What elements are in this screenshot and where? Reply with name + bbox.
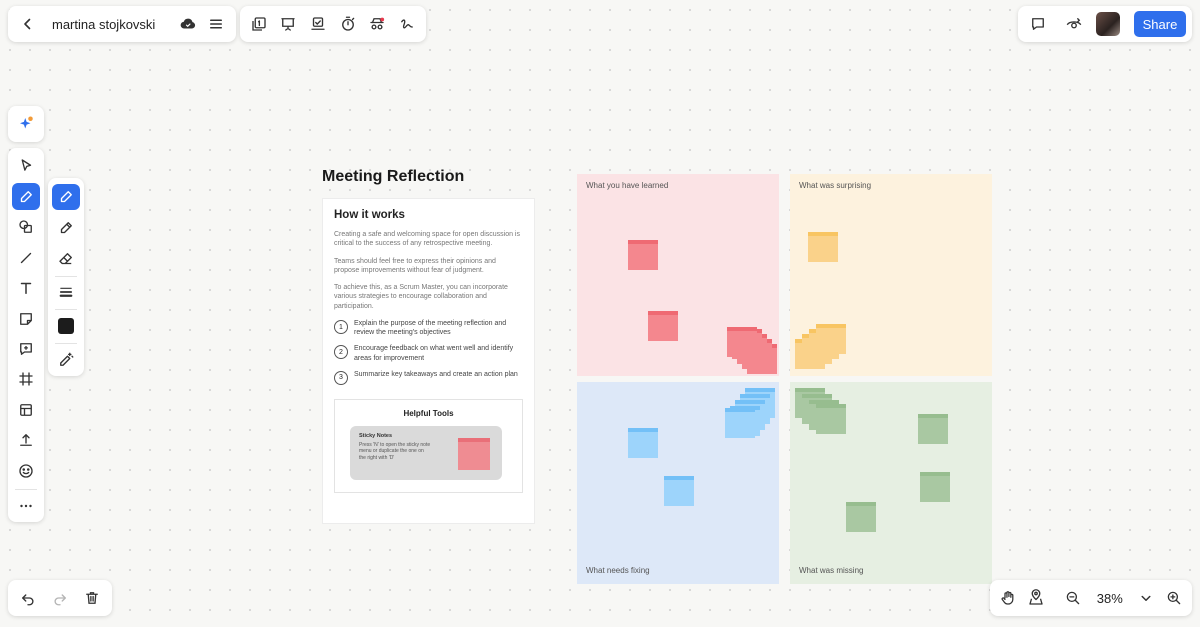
- sticky-note[interactable]: [725, 408, 755, 438]
- step-item: 1 Explain the purpose of the meeting ref…: [334, 319, 523, 337]
- board-toolbar: [240, 6, 426, 42]
- share-button[interactable]: Share: [1134, 11, 1186, 37]
- sticky-note[interactable]: [664, 476, 694, 506]
- timer-icon[interactable]: [334, 10, 362, 38]
- step-number: 2: [334, 345, 348, 360]
- sticky-notes-tip: Sticky Notes Press 'N' to open the stick…: [350, 425, 502, 480]
- intro-paragraph: To achieve this, as a Scrum Master, you …: [334, 284, 508, 310]
- color-picker[interactable]: [52, 313, 80, 339]
- template-icon[interactable]: [12, 396, 40, 423]
- sticky-note[interactable]: [628, 428, 658, 458]
- zoom-bar: 38%: [990, 580, 1192, 616]
- quadrant-label: What you have learned: [586, 181, 669, 190]
- chevron-down-icon[interactable]: [1133, 584, 1161, 612]
- emoji-icon[interactable]: [12, 457, 40, 484]
- more-icon[interactable]: [12, 493, 40, 520]
- hand-icon[interactable]: [994, 584, 1022, 612]
- step-text: Encourage feedback on what went well and…: [354, 345, 514, 362]
- how-it-works-card: How it works Creating a safe and welcomi…: [322, 198, 535, 524]
- sticky-note[interactable]: [920, 472, 950, 502]
- magic-pen-icon[interactable]: [52, 347, 80, 373]
- ai-assistant: [8, 106, 44, 142]
- sticky-note[interactable]: [458, 437, 490, 470]
- marker-icon[interactable]: [52, 215, 80, 241]
- helpful-tools-title: Helpful Tools: [403, 408, 454, 418]
- board-view-icon[interactable]: [304, 10, 332, 38]
- present-icon[interactable]: [274, 10, 302, 38]
- intro-paragraph: Creating a safe and welcoming space for …: [334, 231, 520, 248]
- text-icon[interactable]: [12, 275, 40, 302]
- board-title[interactable]: martina stojkovski: [52, 17, 174, 32]
- comment-icon[interactable]: [12, 336, 40, 363]
- quadrant-label: What was surprising: [799, 181, 872, 190]
- sticky-note[interactable]: [918, 414, 948, 444]
- history-bar: [8, 580, 112, 616]
- toolbar-divider: [55, 343, 77, 345]
- toolbar-divider: [55, 275, 77, 277]
- step-text: Explain the purpose of the meeting refle…: [354, 320, 507, 337]
- ai-sparkle-icon[interactable]: [12, 110, 40, 138]
- menu-icon[interactable]: [202, 10, 230, 38]
- cloud-sync-icon[interactable]: [174, 10, 202, 38]
- map-icon[interactable]: [1022, 584, 1050, 612]
- zoom-in-icon[interactable]: [1160, 584, 1188, 612]
- helpful-tools-box: Helpful Tools Sticky Notes Press 'N' to …: [334, 398, 523, 493]
- sticky-note[interactable]: [648, 311, 678, 341]
- quadrant-surprising: What was surprising: [790, 174, 992, 376]
- back-icon[interactable]: [14, 10, 42, 38]
- share-bar: Share: [1018, 6, 1192, 42]
- select-icon[interactable]: [12, 153, 40, 180]
- line-icon[interactable]: [12, 244, 40, 271]
- frame-icon[interactable]: [12, 366, 40, 393]
- eye-icon[interactable]: [1060, 10, 1088, 38]
- sticky-note[interactable]: [846, 502, 876, 532]
- frame-title: Meeting Reflection: [322, 168, 465, 185]
- undo-icon[interactable]: [14, 584, 42, 612]
- toolbar-divider: [55, 309, 77, 311]
- comment-icon[interactable]: [1024, 10, 1052, 38]
- sticky-note[interactable]: [808, 232, 838, 262]
- sticky-note-icon[interactable]: [12, 305, 40, 332]
- pages-icon[interactable]: [245, 10, 273, 38]
- step-text: Summarize key takeaways and create an ac…: [354, 370, 518, 378]
- toolbar-divider: [15, 488, 37, 490]
- board-menu: martina stojkovski: [8, 6, 236, 42]
- step-number: 3: [334, 370, 348, 385]
- shapes-icon[interactable]: [12, 214, 40, 241]
- collaborators-icon[interactable]: [363, 10, 391, 38]
- sticky-note[interactable]: [628, 240, 658, 270]
- redo-icon[interactable]: [46, 584, 74, 612]
- intro-paragraph: Teams should feel free to express their …: [334, 257, 496, 274]
- avatar[interactable]: [1096, 12, 1120, 36]
- zoom-level[interactable]: 38%: [1087, 591, 1133, 606]
- quadrant-missing: What was missing: [790, 382, 992, 584]
- quadrant-label: What was missing: [799, 566, 864, 575]
- sticky-note[interactable]: [816, 324, 846, 354]
- step-number: 1: [334, 320, 348, 335]
- step-item: 2 Encourage feedback on what went well a…: [334, 344, 523, 362]
- trash-icon[interactable]: [78, 584, 106, 612]
- eraser-icon[interactable]: [52, 246, 80, 272]
- quadrant-fixing: What needs fixing: [577, 382, 779, 584]
- tip-text: Press 'N' to open the sticky note menu o…: [359, 441, 431, 461]
- step-item: 3 Summarize key takeaways and create an …: [334, 370, 523, 385]
- zoom-out-icon[interactable]: [1059, 584, 1087, 612]
- upload-icon[interactable]: [12, 427, 40, 454]
- quadrant-learned: What you have learned: [577, 174, 779, 376]
- stroke-width-icon[interactable]: [52, 280, 80, 306]
- color-swatch: [58, 318, 74, 335]
- quadrant-label: What needs fixing: [586, 566, 650, 575]
- signature-icon[interactable]: [393, 10, 421, 38]
- sticky-note[interactable]: [816, 404, 846, 434]
- card-title: How it works: [334, 209, 405, 221]
- pen-toolbar: [48, 178, 84, 376]
- pen-icon[interactable]: [52, 184, 80, 210]
- pen-icon[interactable]: [12, 183, 40, 211]
- creation-toolbar: [8, 148, 44, 522]
- sticky-note[interactable]: [727, 327, 757, 357]
